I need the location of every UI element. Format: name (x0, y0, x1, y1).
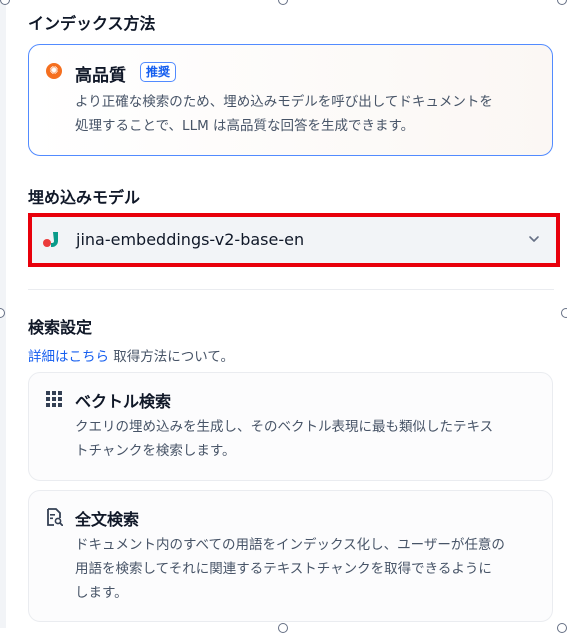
document-search-icon (47, 508, 63, 526)
high-quality-option[interactable]: ✺ 高品質 推奨 より正確な検索のため、埋め込みモデルを呼び出してドキュメントを… (28, 44, 553, 156)
high-quality-desc-line2: 処理することで、LLM は高品質な回答を生成できます。 (75, 118, 415, 134)
fulltext-search-title: 全文検索 (75, 510, 140, 529)
resize-handle-bottom-right[interactable] (557, 623, 567, 633)
vector-search-desc-line2: トチャンクを検索します。 (75, 443, 236, 459)
fulltext-search-desc-line1: ドキュメント内のすべての用語をインデックス化し、ユーザーが任意の (75, 537, 505, 553)
resize-handle-top-left[interactable] (0, 0, 10, 5)
search-settings-title: 検索設定 (28, 318, 93, 337)
vector-search-option[interactable]: ベクトル検索 クエリの埋め込みを生成し、そのベクトル表現に最も類似したテキス ト… (28, 372, 553, 481)
vector-search-desc-line1: クエリの埋め込みを生成し、そのベクトル表現に最も類似したテキス (75, 419, 494, 435)
index-method-title: インデックス方法 (28, 14, 156, 33)
high-quality-title: 高品質 (75, 66, 126, 86)
vector-search-title: ベクトル検索 (75, 392, 172, 411)
high-quality-desc-line1: より正確な検索のため、埋め込みモデルを呼び出してドキュメントを (75, 94, 493, 110)
section-divider (28, 289, 554, 290)
recommended-badge: 推奨 (140, 62, 177, 82)
learn-more-suffix: 取得方法について。 (109, 349, 234, 365)
sparkle-icon: ✺ (46, 63, 62, 79)
search-settings-help: 詳細はこちら 取得方法について。 (28, 345, 234, 365)
embedding-model-select[interactable]: jina-embeddings-v2-base-en (28, 213, 560, 267)
resize-handle-top-right[interactable] (557, 0, 567, 5)
embedding-model-title: 埋め込みモデル (28, 188, 141, 207)
learn-more-link[interactable]: 詳細はこちら (28, 349, 109, 365)
chevron-down-icon (529, 236, 539, 242)
jina-logo-icon (43, 232, 58, 247)
selected-model-name: jina-embeddings-v2-base-en (76, 230, 305, 249)
fulltext-search-desc-line2: 用語を検索してそれに関連するテキストチャンクを取得できるように (75, 561, 492, 577)
grid-icon (46, 391, 62, 407)
resize-handle-bottom[interactable] (278, 623, 288, 633)
resize-handle-top[interactable] (278, 0, 288, 5)
fulltext-search-option[interactable]: 全文検索 ドキュメント内のすべての用語をインデックス化し、ユーザーが任意の 用語… (28, 490, 553, 622)
fulltext-search-desc-line3: します。 (75, 585, 128, 601)
resize-handle-right[interactable] (561, 308, 567, 318)
